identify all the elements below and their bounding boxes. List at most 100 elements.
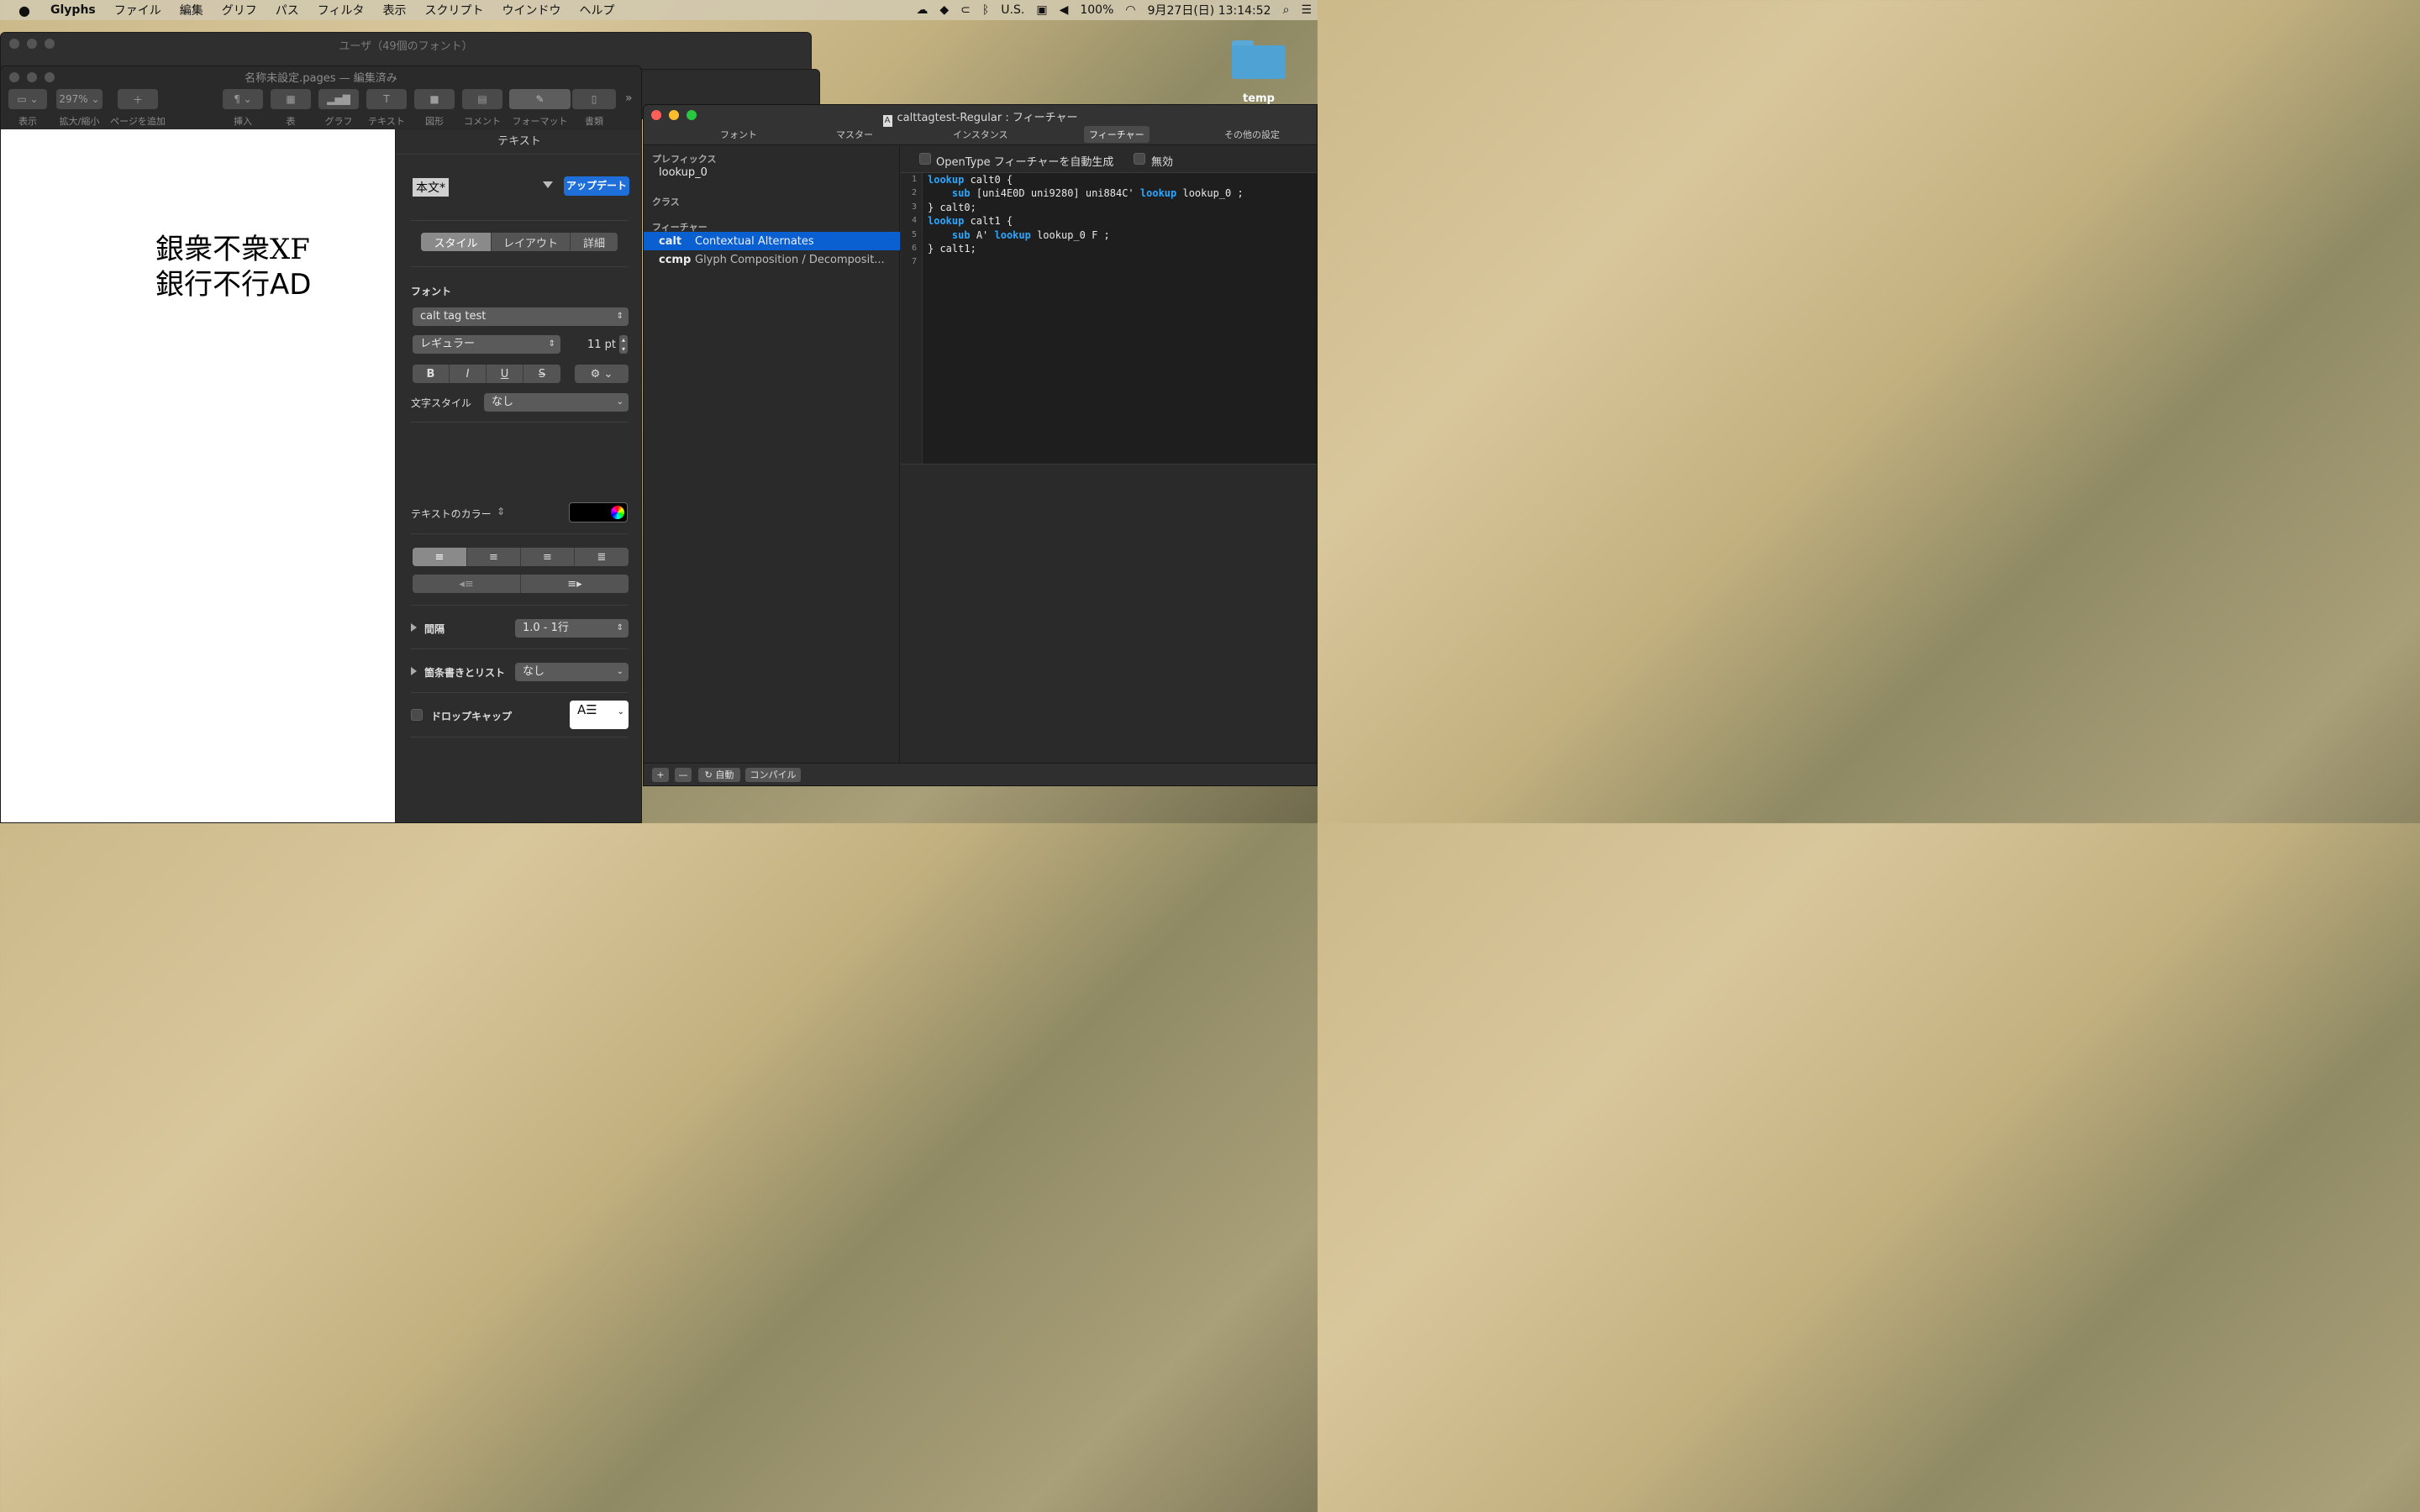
character-style-popup[interactable]: なし ⌄: [484, 393, 629, 412]
bullets-popup[interactable]: なし ⌄: [515, 663, 629, 681]
table-button[interactable]: ▦: [271, 89, 311, 109]
font-size-field[interactable]: 11 pt: [587, 339, 616, 351]
align-right-icon[interactable]: ≡: [521, 548, 575, 566]
document-button[interactable]: ▯: [572, 89, 616, 109]
paragraph-style-name[interactable]: 本文*: [413, 178, 449, 197]
underline-button[interactable]: U: [487, 365, 523, 383]
tab-other-settings[interactable]: その他の設定: [1219, 126, 1285, 143]
decrease-indent-icon[interactable]: ◂≡: [413, 575, 521, 593]
tab-layout[interactable]: レイアウト: [492, 233, 571, 251]
menu-help[interactable]: ヘルプ: [570, 2, 623, 18]
text-box-button[interactable]: T: [366, 89, 407, 109]
pages-window: 名称未設定.pages — 編集済み ▭ ⌄ 表示 297% ⌄ 拡大/縮小 ＋…: [0, 66, 642, 823]
add-page-button[interactable]: ＋: [118, 89, 158, 109]
code-line[interactable]: } calt0;: [928, 201, 1244, 214]
code-line[interactable]: } calt1;: [928, 242, 1244, 255]
auto-generate-checkbox[interactable]: [919, 153, 931, 165]
increase-indent-icon[interactable]: ≡▸: [521, 575, 629, 593]
auto-generate-label[interactable]: OpenType フィーチャーを自動生成: [936, 153, 1113, 169]
toolbar-overflow-icon[interactable]: »: [625, 92, 633, 105]
justify-icon[interactable]: ≣: [575, 548, 629, 566]
dropbox-icon[interactable]: ◆: [934, 3, 955, 17]
disabled-checkbox[interactable]: [1134, 153, 1145, 165]
display-icon[interactable]: ▣: [1030, 3, 1053, 17]
menu-app-glyphs[interactable]: Glyphs: [49, 3, 105, 17]
disclosure-triangle-icon[interactable]: [411, 623, 417, 632]
dropcap-checkbox[interactable]: [411, 709, 423, 721]
input-source[interactable]: U.S.: [995, 3, 1030, 17]
font-family-value: calt tag test: [420, 310, 487, 323]
menu-filter[interactable]: フィルタ: [308, 2, 374, 18]
creative-cloud-icon[interactable]: ☁: [910, 3, 934, 17]
up-down-chevron-icon[interactable]: ⇕: [497, 506, 505, 517]
tab-masters[interactable]: マスター: [831, 126, 878, 143]
clock[interactable]: 9月27日(日) 13:14:52: [1142, 2, 1277, 18]
prefix-item[interactable]: lookup_0: [659, 166, 708, 179]
code-line[interactable]: sub A' lookup lookup_0 F ;: [928, 228, 1244, 242]
document-line-1[interactable]: 銀衆不衆XF: [155, 232, 311, 267]
spotlight-search-icon[interactable]: ⌕: [1277, 3, 1296, 17]
compile-button[interactable]: コンパイル: [745, 768, 801, 782]
format-button[interactable]: ✎: [509, 89, 571, 109]
menu-path[interactable]: パス: [266, 2, 308, 18]
zoom-popup[interactable]: 297% ⌄: [56, 89, 103, 109]
chart-button[interactable]: ▂▅▇: [318, 89, 359, 109]
code-line[interactable]: lookup calt0 {: [928, 173, 1244, 186]
code-line[interactable]: sub [uni4E0D uni9280] uni884C' lookup lo…: [928, 186, 1244, 200]
feature-item-ccmp[interactable]: ccmp Glyph Composition / Decomposit...: [644, 250, 900, 269]
font-style-popup[interactable]: レギュラー ⇕: [413, 335, 560, 354]
menu-script[interactable]: スクリプト: [415, 2, 492, 18]
document-canvas[interactable]: 銀衆不衆XF 銀行不行AD: [1, 129, 395, 822]
feature-item-calt[interactable]: calt Contextual Alternates: [644, 232, 900, 250]
shape-button[interactable]: ■: [414, 89, 455, 109]
folder-label[interactable]: temp: [1232, 92, 1286, 105]
tab-instances[interactable]: インスタンス: [948, 126, 1013, 143]
tab-details[interactable]: 詳細: [571, 233, 618, 251]
document-text[interactable]: 銀衆不衆XF 銀行不行AD: [155, 232, 311, 302]
menu-file[interactable]: ファイル: [105, 2, 171, 18]
font-family-popup[interactable]: calt tag test ⇕: [413, 307, 629, 326]
code-line[interactable]: [928, 255, 1244, 269]
color-wheel-icon[interactable]: [611, 506, 624, 519]
auto-update-button[interactable]: ↻ 自動: [698, 768, 740, 782]
remove-feature-button[interactable]: —: [675, 768, 692, 782]
menu-edit[interactable]: 編集: [171, 2, 213, 18]
menu-window[interactable]: ウインドウ: [492, 2, 570, 18]
disclosure-triangle-icon[interactable]: [411, 667, 417, 675]
align-center-icon[interactable]: ≡: [467, 548, 521, 566]
battery-percent[interactable]: 100%: [1074, 3, 1119, 17]
view-button[interactable]: ▭ ⌄: [8, 89, 47, 109]
tab-features[interactable]: フィーチャー: [1084, 126, 1150, 143]
folder-icon[interactable]: [1232, 37, 1286, 79]
paperclip-icon[interactable]: ⊂: [955, 3, 976, 17]
insert-button[interactable]: ¶ ⌄: [223, 89, 263, 109]
tab-style[interactable]: スタイル: [421, 233, 492, 251]
font-section-title: フォント: [411, 286, 452, 297]
strikethrough-button[interactable]: S: [523, 365, 560, 383]
apple-menu-icon[interactable]: ●: [0, 3, 49, 18]
text-options-popup[interactable]: ⚙ ⌄: [575, 365, 629, 383]
wifi-icon[interactable]: ◠: [1119, 3, 1141, 17]
document-icon: ▯: [591, 93, 597, 105]
bluetooth-icon[interactable]: ᛒ: [976, 3, 995, 17]
comment-button[interactable]: ▤: [462, 89, 502, 109]
bold-button[interactable]: B: [413, 365, 450, 383]
add-feature-button[interactable]: +: [652, 768, 669, 782]
align-left-icon[interactable]: ≡: [413, 548, 467, 566]
font-size-stepper[interactable]: ▴ ▾: [619, 335, 628, 354]
italic-button[interactable]: I: [450, 365, 487, 383]
tab-font[interactable]: フォント: [715, 126, 762, 143]
menu-glyph[interactable]: グリフ: [213, 2, 266, 18]
volume-icon[interactable]: ◀: [1054, 3, 1075, 17]
feature-code-editor[interactable]: 1 2 3 4 5 6 7 lookup calt0 { sub [uni4E0…: [901, 172, 1317, 465]
code-line[interactable]: lookup calt1 {: [928, 214, 1244, 228]
update-style-button[interactable]: アップデート: [564, 176, 629, 196]
menu-view[interactable]: 表示: [373, 2, 415, 18]
document-line-2[interactable]: 銀行不行AD: [155, 267, 311, 302]
dropcap-style-popup[interactable]: A☰ ⌄: [570, 701, 629, 729]
notification-center-icon[interactable]: ☰: [1295, 3, 1318, 17]
paragraph-style-disclosure-icon[interactable]: [543, 181, 553, 188]
disabled-label[interactable]: 無効: [1151, 153, 1173, 169]
feature-code[interactable]: lookup calt0 { sub [uni4E0D uni9280] uni…: [928, 173, 1244, 270]
spacing-popup[interactable]: 1.0 - 1行 ⇕: [515, 619, 629, 638]
